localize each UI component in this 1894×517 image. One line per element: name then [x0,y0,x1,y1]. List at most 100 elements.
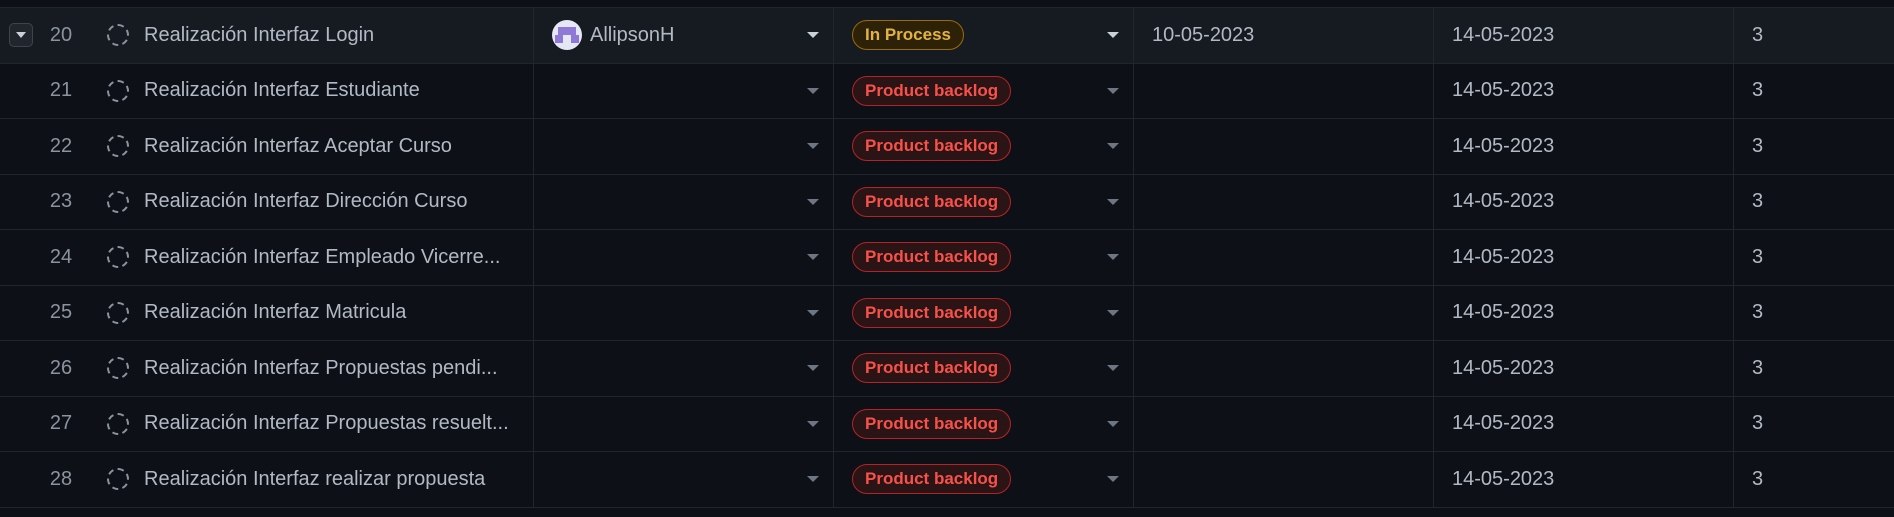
caret-down-icon[interactable] [1107,254,1119,261]
points-cell[interactable]: 3 [1733,396,1894,451]
table-row[interactable]: 27 Realización Interfaz Propuestas resue… [0,396,1894,452]
title-cell[interactable]: 21 Realización Interfaz Estudiante [0,64,533,119]
end-date-cell[interactable]: 14-05-2023 [1433,341,1733,396]
caret-down-icon[interactable] [1107,420,1119,427]
table-row[interactable]: 21 Realización Interfaz Estudiante Produ… [0,63,1894,119]
item-title[interactable]: Realización Interfaz Aceptar Curso [144,135,524,158]
start-date-cell[interactable] [1133,174,1433,229]
status-cell[interactable]: Product backlog [833,396,1133,451]
end-date-cell[interactable]: 14-05-2023 [1433,230,1733,285]
start-date-cell[interactable] [1133,452,1433,507]
item-title[interactable]: Realización Interfaz Propuestas pendi... [144,357,524,380]
title-cell[interactable]: 28 Realización Interfaz realizar propues… [0,452,533,507]
status-badge: Product backlog [852,353,1012,384]
status-cell[interactable]: Product backlog [833,230,1133,285]
status-cell[interactable]: In Process [833,8,1133,63]
status-cell[interactable]: Product backlog [833,174,1133,229]
title-cell[interactable]: 22 Realización Interfaz Aceptar Curso [0,119,533,174]
row-number: 23 [49,190,73,213]
item-title[interactable]: Realización Interfaz Empleado Vicerre... [144,246,524,269]
title-cell[interactable]: 26 Realización Interfaz Propuestas pendi… [0,341,533,396]
caret-down-icon[interactable] [807,254,819,261]
caret-down-icon[interactable] [807,420,819,427]
points-cell[interactable]: 3 [1733,285,1894,340]
caret-down-icon[interactable] [1107,365,1119,372]
caret-down-icon[interactable] [807,476,819,483]
caret-down-icon[interactable] [807,365,819,372]
title-cell[interactable]: 20 Realización Interfaz Login [0,8,533,63]
status-cell[interactable]: Product backlog [833,452,1133,507]
caret-down-icon[interactable] [1107,143,1119,150]
points-value: 3 [1752,467,1764,490]
table-row[interactable]: 26 Realización Interfaz Propuestas pendi… [0,341,1894,397]
status-cell[interactable]: Product backlog [833,119,1133,174]
status-cell[interactable]: Product backlog [833,63,1133,118]
table-row[interactable]: 22 Realización Interfaz Aceptar Curso Pr… [0,119,1894,175]
assignee-cell[interactable]: AllipsonH [533,8,833,63]
start-date-cell[interactable] [1133,341,1433,396]
item-title[interactable]: Realización Interfaz realizar propuesta [144,468,524,491]
title-cell[interactable]: 27 Realización Interfaz Propuestas resue… [0,397,533,452]
caret-down-icon[interactable] [1107,476,1119,483]
assignee-cell[interactable] [533,63,833,118]
end-date-cell[interactable]: 14-05-2023 [1433,396,1733,451]
table-body: 20 Realización Interfaz Login AllipsonH … [0,8,1894,508]
title-cell[interactable]: 23 Realización Interfaz Dirección Curso [0,175,533,230]
points-cell[interactable]: 3 [1733,174,1894,229]
title-cell[interactable]: 24 Realización Interfaz Empleado Vicerre… [0,230,533,285]
points-cell[interactable]: 3 [1733,8,1894,63]
table-row[interactable]: 20 Realización Interfaz Login AllipsonH … [0,8,1894,64]
end-date-cell[interactable]: 14-05-2023 [1433,285,1733,340]
assignee-cell[interactable] [533,341,833,396]
caret-down-icon[interactable] [807,198,819,205]
start-date-cell[interactable] [1133,63,1433,118]
table-row[interactable]: 24 Realización Interfaz Empleado Vicerre… [0,230,1894,286]
start-date-cell[interactable] [1133,285,1433,340]
end-date-cell[interactable]: 14-05-2023 [1433,63,1733,118]
caret-down-icon[interactable] [807,32,819,39]
status-cell[interactable]: Product backlog [833,341,1133,396]
caret-down-icon[interactable] [807,87,819,94]
caret-down-icon[interactable] [807,309,819,316]
assignee-cell[interactable] [533,452,833,507]
points-cell[interactable]: 3 [1733,452,1894,507]
caret-down-icon[interactable] [1107,309,1119,316]
assignee-cell[interactable] [533,119,833,174]
caret-down-icon[interactable] [1107,32,1119,39]
points-cell[interactable]: 3 [1733,63,1894,118]
start-date-cell[interactable] [1133,119,1433,174]
assignee-cell[interactable] [533,285,833,340]
caret-down-icon[interactable] [1107,87,1119,94]
caret-down-icon[interactable] [807,143,819,150]
end-date: 14-05-2023 [1452,356,1555,379]
points-cell[interactable]: 3 [1733,230,1894,285]
item-title[interactable]: Realización Interfaz Matricula [144,301,524,324]
status-badge: Product backlog [852,408,1012,439]
assignee-cell[interactable] [533,396,833,451]
end-date-cell[interactable]: 14-05-2023 [1433,8,1733,63]
end-date-cell[interactable]: 14-05-2023 [1433,452,1733,507]
end-date-cell[interactable]: 14-05-2023 [1433,174,1733,229]
caret-down-icon[interactable] [1107,198,1119,205]
assignee-cell[interactable] [533,230,833,285]
points-cell[interactable]: 3 [1733,341,1894,396]
item-title[interactable]: Realización Interfaz Dirección Curso [144,190,524,213]
start-date-cell[interactable] [1133,230,1433,285]
table-row[interactable]: 25 Realización Interfaz Matricula Produc… [0,285,1894,341]
avatar [552,20,582,51]
start-date-cell[interactable] [1133,396,1433,451]
assignee-cell[interactable] [533,174,833,229]
item-title[interactable]: Realización Interfaz Estudiante [144,79,524,102]
end-date-cell[interactable]: 14-05-2023 [1433,119,1733,174]
item-title[interactable]: Realización Interfaz Login [144,24,524,47]
points-value: 3 [1752,190,1764,213]
status-cell[interactable]: Product backlog [833,285,1133,340]
item-title[interactable]: Realización Interfaz Propuestas resuelt.… [144,412,524,435]
table-row[interactable]: 23 Realización Interfaz Dirección Curso … [0,174,1894,230]
row-number: 21 [49,79,73,102]
expand-row-button[interactable] [9,23,33,48]
title-cell[interactable]: 25 Realización Interfaz Matricula [0,286,533,341]
points-cell[interactable]: 3 [1733,119,1894,174]
start-date-cell[interactable]: 10-05-2023 [1133,8,1433,63]
table-row[interactable]: 28 Realización Interfaz realizar propues… [0,452,1894,508]
